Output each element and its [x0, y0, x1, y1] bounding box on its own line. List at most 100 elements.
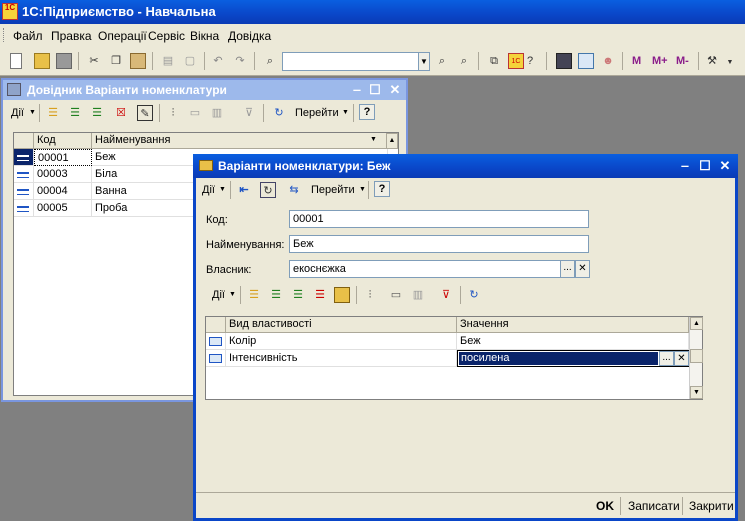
- preview-icon[interactable]: ▢: [182, 53, 198, 69]
- close-button[interactable]: ✕: [387, 83, 403, 97]
- column-header-code[interactable]: Код: [34, 133, 92, 149]
- save-icon[interactable]: [56, 53, 72, 69]
- form-toolbar: Дії ▼ ⇤ ↻ ⇆ Перейти ▼ ?: [198, 179, 728, 201]
- form-goto-arrow-icon: ▼: [359, 186, 366, 193]
- mem-m-button[interactable]: M: [632, 55, 641, 67]
- list-scroll-up-icon[interactable]: ▲: [386, 133, 398, 149]
- props-add-group-icon[interactable]: ☰: [268, 287, 284, 303]
- props-refresh-icon[interactable]: ↻: [466, 287, 482, 303]
- tools-dropdown-icon[interactable]: ▼: [722, 55, 738, 71]
- redo-icon[interactable]: ↷: [232, 53, 248, 69]
- close-form-button[interactable]: Закрити: [689, 499, 734, 513]
- ok-button[interactable]: OK: [596, 499, 614, 513]
- find-next-icon[interactable]: ⌕: [434, 53, 450, 69]
- scroll-thumb[interactable]: [690, 349, 703, 363]
- menu-service[interactable]: Сервіс: [148, 29, 185, 43]
- list-goto-arrow-icon: ▼: [342, 109, 349, 116]
- value-select-button[interactable]: ...: [659, 351, 674, 366]
- clear-filter-icon[interactable]: ⊽: [241, 105, 257, 121]
- search-input[interactable]: [282, 52, 419, 71]
- list-actions-menu[interactable]: Дії: [11, 105, 24, 121]
- refresh-icon[interactable]: ↻: [271, 105, 287, 121]
- props-delete-icon[interactable]: ☰: [312, 287, 328, 303]
- props-toolbar: Дії ▼ ☰ ☰ ☰ ☰ ⫶ ▭ ▥ ⊽ ↻: [206, 284, 496, 306]
- filter-icon[interactable]: ▥: [209, 105, 225, 121]
- maximize-button[interactable]: ☐: [367, 83, 383, 97]
- open-folder-icon[interactable]: [34, 53, 50, 69]
- value-clear-button[interactable]: ✕: [674, 351, 689, 366]
- operator-icon[interactable]: ☻: [600, 53, 616, 69]
- edit-item-icon[interactable]: ✎: [137, 105, 153, 121]
- list-help-button[interactable]: ?: [359, 104, 375, 120]
- table-row[interactable]: Колір Беж: [206, 333, 689, 350]
- find-icon[interactable]: ⌕: [262, 53, 278, 69]
- menu-file[interactable]: Файл: [13, 29, 43, 43]
- minimize-button[interactable]: ‒: [349, 83, 365, 97]
- calculator-icon[interactable]: [556, 53, 572, 69]
- column-header-name[interactable]: Найменування: [92, 133, 388, 149]
- reread-icon[interactable]: ↻: [260, 182, 276, 198]
- cell-code: 00004: [34, 183, 92, 200]
- copy-icon[interactable]: ❐: [108, 53, 124, 69]
- form-close-button[interactable]: ✕: [717, 159, 733, 173]
- form-minimize-button[interactable]: ‒: [677, 159, 693, 173]
- form-goto-menu[interactable]: Перейти: [311, 182, 355, 198]
- props-grid[interactable]: Вид властивості Значення Колір Беж Інтен…: [205, 316, 703, 400]
- menu-help[interactable]: Довідка: [228, 29, 271, 43]
- table-row[interactable]: Інтенсивність посилена ... ✕: [206, 350, 689, 367]
- value-editor[interactable]: посилена ... ✕: [457, 350, 689, 367]
- column-header-value[interactable]: Значення: [457, 317, 689, 333]
- menu-edit[interactable]: Правка: [51, 29, 92, 43]
- mem-plus-button[interactable]: M+: [652, 55, 668, 67]
- print-icon[interactable]: ▤: [160, 53, 176, 69]
- props-copy-icon[interactable]: ☰: [290, 287, 306, 303]
- props-filter-icon[interactable]: ▥: [410, 287, 426, 303]
- up-level-icon[interactable]: ▭: [187, 105, 203, 121]
- row-icon-cell: [14, 183, 34, 200]
- props-add-icon[interactable]: ☰: [246, 287, 262, 303]
- undo-icon[interactable]: ↶: [210, 53, 226, 69]
- write-and-close-icon[interactable]: ⇤: [236, 182, 252, 198]
- copy-form-icon[interactable]: ⇆: [286, 182, 302, 198]
- props-scrollbar[interactable]: ▲ ▼: [689, 317, 703, 399]
- props-hierarchy-icon[interactable]: ⫶: [362, 287, 378, 303]
- form-help-button[interactable]: ?: [374, 181, 390, 197]
- menu-operations[interactable]: Операції: [98, 29, 147, 43]
- owner-field[interactable]: екоснєжка: [289, 260, 561, 278]
- hierarchy-icon[interactable]: ⫶: [165, 105, 181, 121]
- list-window-title-bar: Довідник Варіанти номенклатури ‒ ☐ ✕: [3, 80, 406, 100]
- props-save-icon[interactable]: [334, 287, 350, 303]
- scroll-down-icon[interactable]: ▼: [690, 386, 703, 399]
- list-goto-menu[interactable]: Перейти: [295, 105, 339, 121]
- tools-icon[interactable]: ⚒: [704, 53, 720, 69]
- form-maximize-button[interactable]: ☐: [697, 159, 713, 173]
- menu-windows[interactable]: Вікна: [190, 29, 219, 43]
- add-group-icon[interactable]: ☰: [67, 105, 83, 121]
- props-up-icon[interactable]: ▭: [388, 287, 404, 303]
- delete-item-icon[interactable]: ☒: [113, 105, 129, 121]
- code-field[interactable]: 00001: [289, 210, 589, 228]
- props-clear-filter-icon[interactable]: ⊽: [438, 287, 454, 303]
- search-dropdown-button[interactable]: ▼: [418, 52, 430, 71]
- mem-minus-button[interactable]: M-: [676, 55, 689, 67]
- cut-icon[interactable]: ✂: [86, 53, 102, 69]
- list-toolbar: Дії ▼ ☰ ☰ ☰ ☒ ✎ ⫶ ▭ ▥ ⊽ ↻ Перейти ▼ ?: [5, 102, 405, 124]
- app-title: 1С:Підприємство - Навчальна: [22, 4, 216, 19]
- find-prev-icon[interactable]: ⌕: [456, 53, 472, 69]
- copy-item-icon[interactable]: ☰: [89, 105, 105, 121]
- new-document-icon[interactable]: [10, 53, 22, 69]
- paste-icon[interactable]: [130, 53, 146, 69]
- name-field[interactable]: Беж: [289, 235, 589, 253]
- props-actions-menu[interactable]: Дії: [212, 287, 225, 303]
- calendar-icon[interactable]: [578, 53, 594, 69]
- scroll-up-icon[interactable]: ▲: [690, 317, 703, 330]
- help-dropdown-icon[interactable]: ?: [522, 53, 538, 69]
- column-header-property[interactable]: Вид властивості: [226, 317, 457, 333]
- owner-clear-button[interactable]: ✕: [575, 260, 590, 278]
- row-icon-cell: [206, 350, 226, 367]
- windows-icon[interactable]: ⧉: [486, 53, 502, 69]
- save-button[interactable]: Записати: [628, 499, 680, 513]
- form-actions-menu[interactable]: Дії: [202, 182, 215, 198]
- owner-select-button[interactable]: ...: [560, 260, 575, 278]
- add-item-icon[interactable]: ☰: [45, 105, 61, 121]
